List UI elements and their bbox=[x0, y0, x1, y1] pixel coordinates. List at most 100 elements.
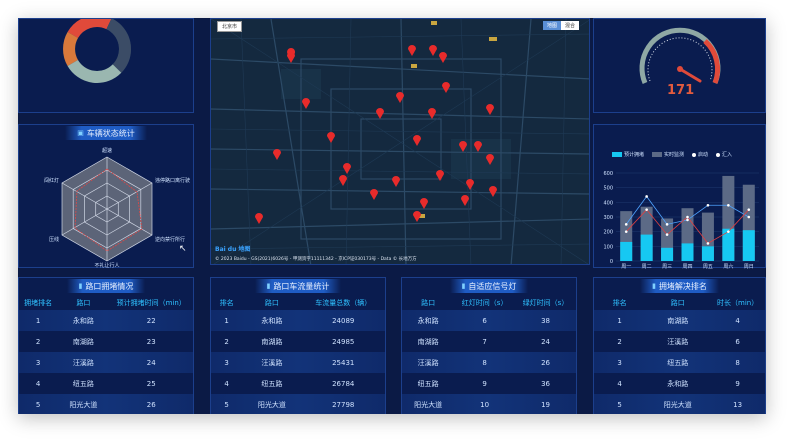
table-row[interactable]: 4 纽五路 26784 bbox=[211, 373, 385, 394]
table-row[interactable]: 1 南湖路 4 bbox=[594, 310, 765, 331]
table-cell: 1 bbox=[35, 316, 41, 325]
table-cell: 永和路 bbox=[667, 379, 689, 388]
line-point bbox=[624, 230, 628, 233]
table-row[interactable]: 5 阳光大道 27798 bbox=[211, 394, 385, 414]
table-row[interactable]: 2 汪溪路 6 bbox=[594, 331, 765, 352]
x-tick-label: 周一 bbox=[621, 264, 631, 269]
line-point bbox=[706, 203, 710, 207]
table-cell: 纽五路 bbox=[72, 379, 94, 388]
table-cell: 2 bbox=[35, 337, 41, 346]
radar-axis-1: 违停路口离行驶 bbox=[155, 177, 190, 184]
donut-seg-orange bbox=[63, 32, 79, 66]
table-cell: 24985 bbox=[332, 337, 355, 346]
table-cell: 5 bbox=[617, 400, 622, 409]
table-header-cell: 排名 bbox=[612, 299, 627, 307]
table-row[interactable]: 2 南湖路 23 bbox=[19, 331, 193, 352]
line-point bbox=[727, 203, 730, 207]
table-1: 排名 路口 车流量总数（辆） 1 永和路 24089 2 南湖路 24985 3 汪溪路 25431 4… bbox=[211, 296, 385, 414]
table-cell: 24 bbox=[146, 358, 156, 367]
x-tick-label: 周二 bbox=[642, 264, 652, 269]
table-cell: 8 bbox=[482, 358, 487, 367]
table-cell: 36 bbox=[541, 379, 550, 388]
radar-axis-5: 闯红灯 bbox=[44, 177, 59, 184]
line-point bbox=[727, 230, 730, 233]
trend-chart: 600 500 400 300 200 100 0 周一 周二 周三 周四 周五 周六 周日 bbox=[603, 171, 759, 269]
table-title-1: 路口车流量统计 bbox=[273, 281, 330, 291]
table-row[interactable]: 2 南湖路 24985 bbox=[211, 331, 385, 352]
table-title-3: 拥堵解决排名 bbox=[658, 281, 707, 291]
table-cell: 汪溪路 bbox=[261, 358, 283, 367]
y-tick-label: 0 bbox=[610, 259, 613, 265]
table-cell: 1 bbox=[224, 316, 229, 325]
table-row[interactable]: 永和路 6 38 bbox=[402, 310, 576, 331]
table-cell: 阳光大道 bbox=[414, 400, 443, 409]
y-tick-label: 500 bbox=[603, 186, 613, 192]
table-row[interactable]: 3 汪溪路 25431 bbox=[211, 352, 385, 373]
radar-axis-3: 不礼让行人 bbox=[94, 262, 119, 269]
donut-seg-teal bbox=[67, 59, 122, 83]
table-cell: 4 bbox=[35, 379, 41, 388]
table-title-0: 路口拥堵情况 bbox=[85, 281, 134, 291]
x-tick-label: 周三 bbox=[662, 264, 672, 269]
table-cell: 1 bbox=[617, 316, 622, 325]
table-row[interactable]: 纽五路 9 36 bbox=[402, 373, 576, 394]
bar-series-0 bbox=[701, 246, 714, 261]
table-cell: 6 bbox=[482, 316, 487, 325]
x-tick-label: 周四 bbox=[682, 264, 692, 269]
table-row[interactable]: 4 纽五路 25 bbox=[19, 373, 193, 394]
table-row[interactable]: 4 永和路 9 bbox=[594, 373, 765, 394]
table-cell: 纽五路 bbox=[667, 358, 689, 367]
table-cell: 阳光大道 bbox=[663, 400, 692, 409]
table-cell: 13 bbox=[733, 400, 743, 409]
table-cell: 9 bbox=[482, 379, 487, 388]
table-header-cell: 路口 bbox=[76, 299, 91, 307]
table-header-row: 路口 红灯时间（s） 绿灯时间（s） bbox=[402, 296, 576, 310]
table-cell: 2 bbox=[617, 337, 622, 346]
table-row[interactable]: 阳光大道 10 19 bbox=[402, 394, 576, 414]
chart-icon: ▮ bbox=[78, 282, 83, 290]
table-row[interactable]: 3 汪溪路 24 bbox=[19, 352, 193, 373]
table-row[interactable]: 汪溪路 8 26 bbox=[402, 352, 576, 373]
table-row[interactable]: 5 阳光大道 26 bbox=[19, 394, 193, 414]
table-cell: 4 bbox=[617, 379, 622, 388]
table-cell: 10 bbox=[480, 400, 490, 409]
table-cell: 永和路 bbox=[72, 316, 94, 325]
table-cell: 2 bbox=[224, 337, 229, 346]
table-cell: 27798 bbox=[332, 400, 355, 409]
radar-chart: 超速 违停路口离行驶 逆向禁行所行 不礼让行人 压线 闯红灯 ↖ bbox=[44, 147, 190, 269]
donut-seg-grey bbox=[106, 18, 131, 73]
table-row[interactable]: 5 阳光大道 13 bbox=[594, 394, 765, 414]
table-cell: 永和路 bbox=[261, 316, 283, 325]
table-cell: 25 bbox=[146, 379, 156, 388]
speed-gauge bbox=[639, 27, 721, 84]
table-header-cell: 车流量总数（辆） bbox=[315, 299, 372, 307]
dashboard-frame: ▣ 车辆状态统计 超速 违停路口离行驶 逆向禁行所行 不礼让行人 压线 闯红灯 ↖ bbox=[18, 18, 766, 414]
table-panel-0: ▮ 路口拥堵情况 拥堵排名 路口 预计拥堵时间（min） 1 永和路 22 2 南湖路 23 3 汪溪… bbox=[18, 277, 194, 414]
table-cell: 5 bbox=[224, 400, 229, 409]
table-header-row: 拥堵排名 路口 预计拥堵时间（min） bbox=[19, 296, 193, 310]
table-row[interactable]: 3 纽五路 8 bbox=[594, 352, 765, 373]
table-cell: 24 bbox=[541, 337, 550, 346]
map-view[interactable]: 北京市 地图 混合 Bai du 地图 © 2023 Baidu - GS(20… bbox=[210, 18, 590, 265]
table-cell: 5 bbox=[35, 400, 41, 409]
table-cell: 南湖路 bbox=[72, 337, 94, 346]
line-point bbox=[706, 242, 710, 245]
bar-series-0 bbox=[681, 243, 694, 261]
x-tick-label: 周日 bbox=[744, 264, 754, 269]
map-city-label[interactable]: 北京市 bbox=[217, 21, 243, 32]
radar-axis-4: 压线 bbox=[49, 236, 59, 243]
table-panel-1: ▮ 路口车流量统计 排名 路口 车流量总数（辆） 1 永和路 24089 2 南湖路 24985 3… bbox=[210, 277, 386, 414]
table-cell: 汪溪路 bbox=[667, 337, 689, 346]
chart-icon: ▮ bbox=[461, 282, 466, 290]
map-hybrid-button[interactable]: 混合 bbox=[560, 21, 579, 30]
map-type-button[interactable]: 地图 bbox=[542, 21, 561, 30]
table-row[interactable]: 1 永和路 24089 bbox=[211, 310, 385, 331]
table-row[interactable]: 南湖路 7 24 bbox=[402, 331, 576, 352]
table-header-cell: 路口 bbox=[421, 299, 436, 307]
table-cell: 南湖路 bbox=[261, 337, 283, 346]
table-row[interactable]: 1 永和路 22 bbox=[19, 310, 193, 331]
line-point bbox=[747, 208, 751, 211]
table-cell: 3 bbox=[224, 358, 229, 367]
table-title-2: 自适应信号灯 bbox=[468, 281, 517, 291]
table-header-cell: 路口 bbox=[670, 299, 685, 307]
